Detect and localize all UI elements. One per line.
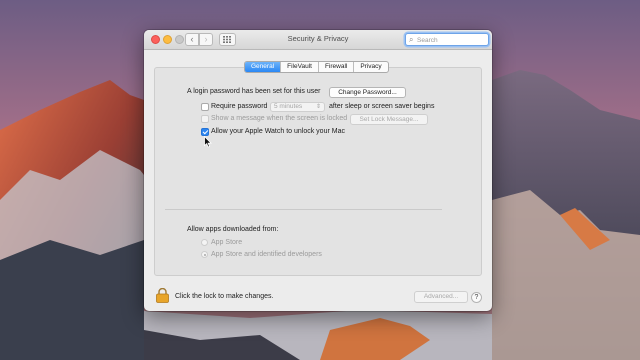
apple-watch-label: Allow your Apple Watch to unlock your Ma… bbox=[211, 128, 345, 135]
delay-value: 5 minutes bbox=[274, 103, 303, 110]
lock-button[interactable] bbox=[156, 287, 169, 308]
help-button[interactable]: ? bbox=[471, 292, 482, 303]
change-password-button[interactable]: Change Password... bbox=[329, 87, 406, 98]
title-bar: ‹ › Security & Privacy ⌕ bbox=[144, 30, 492, 50]
lock-text: Click the lock to make changes. bbox=[175, 293, 274, 300]
login-password-text: A login password has been set for this u… bbox=[187, 88, 321, 95]
require-password-checkbox[interactable] bbox=[201, 103, 209, 111]
set-lock-message-button[interactable]: Set Lock Message... bbox=[350, 114, 428, 125]
tab-firewall[interactable]: Firewall bbox=[319, 62, 355, 72]
advanced-button[interactable]: Advanced... bbox=[414, 291, 468, 303]
radio-app-store[interactable] bbox=[201, 239, 208, 246]
radio-identified-developers-label: App Store and identified developers bbox=[211, 251, 322, 258]
mouse-cursor bbox=[204, 136, 212, 148]
search-input[interactable] bbox=[417, 35, 487, 45]
allow-apps-heading: Allow apps downloaded from: bbox=[187, 226, 279, 233]
show-message-label: Show a message when the screen is locked bbox=[211, 115, 348, 122]
radio-app-store-label: App Store bbox=[211, 239, 243, 246]
security-privacy-window: ‹ › Security & Privacy ⌕ General FileVau… bbox=[144, 30, 492, 311]
magnifier-icon: ⌕ bbox=[409, 35, 414, 44]
section-divider bbox=[165, 209, 442, 210]
tab-privacy[interactable]: Privacy bbox=[354, 62, 387, 72]
require-password-delay-popup[interactable]: 5 minutes ⇕ bbox=[270, 102, 325, 112]
radio-identified-developers[interactable] bbox=[201, 251, 208, 258]
tab-filevault[interactable]: FileVault bbox=[281, 62, 319, 72]
general-panel: A login password has been set for this u… bbox=[154, 67, 482, 276]
tab-bar: General FileVault Firewall Privacy bbox=[244, 61, 389, 73]
question-mark-icon: ? bbox=[474, 294, 479, 301]
lock-icon bbox=[156, 287, 169, 303]
require-password-suffix: after sleep or screen saver begins bbox=[329, 103, 435, 110]
up-down-arrows-icon: ⇕ bbox=[315, 104, 321, 110]
require-password-label: Require password bbox=[211, 103, 268, 110]
search-field[interactable]: ⌕ bbox=[405, 33, 489, 46]
tab-general[interactable]: General bbox=[245, 62, 282, 72]
apple-watch-checkbox[interactable] bbox=[201, 128, 209, 136]
show-message-checkbox[interactable] bbox=[201, 115, 209, 123]
